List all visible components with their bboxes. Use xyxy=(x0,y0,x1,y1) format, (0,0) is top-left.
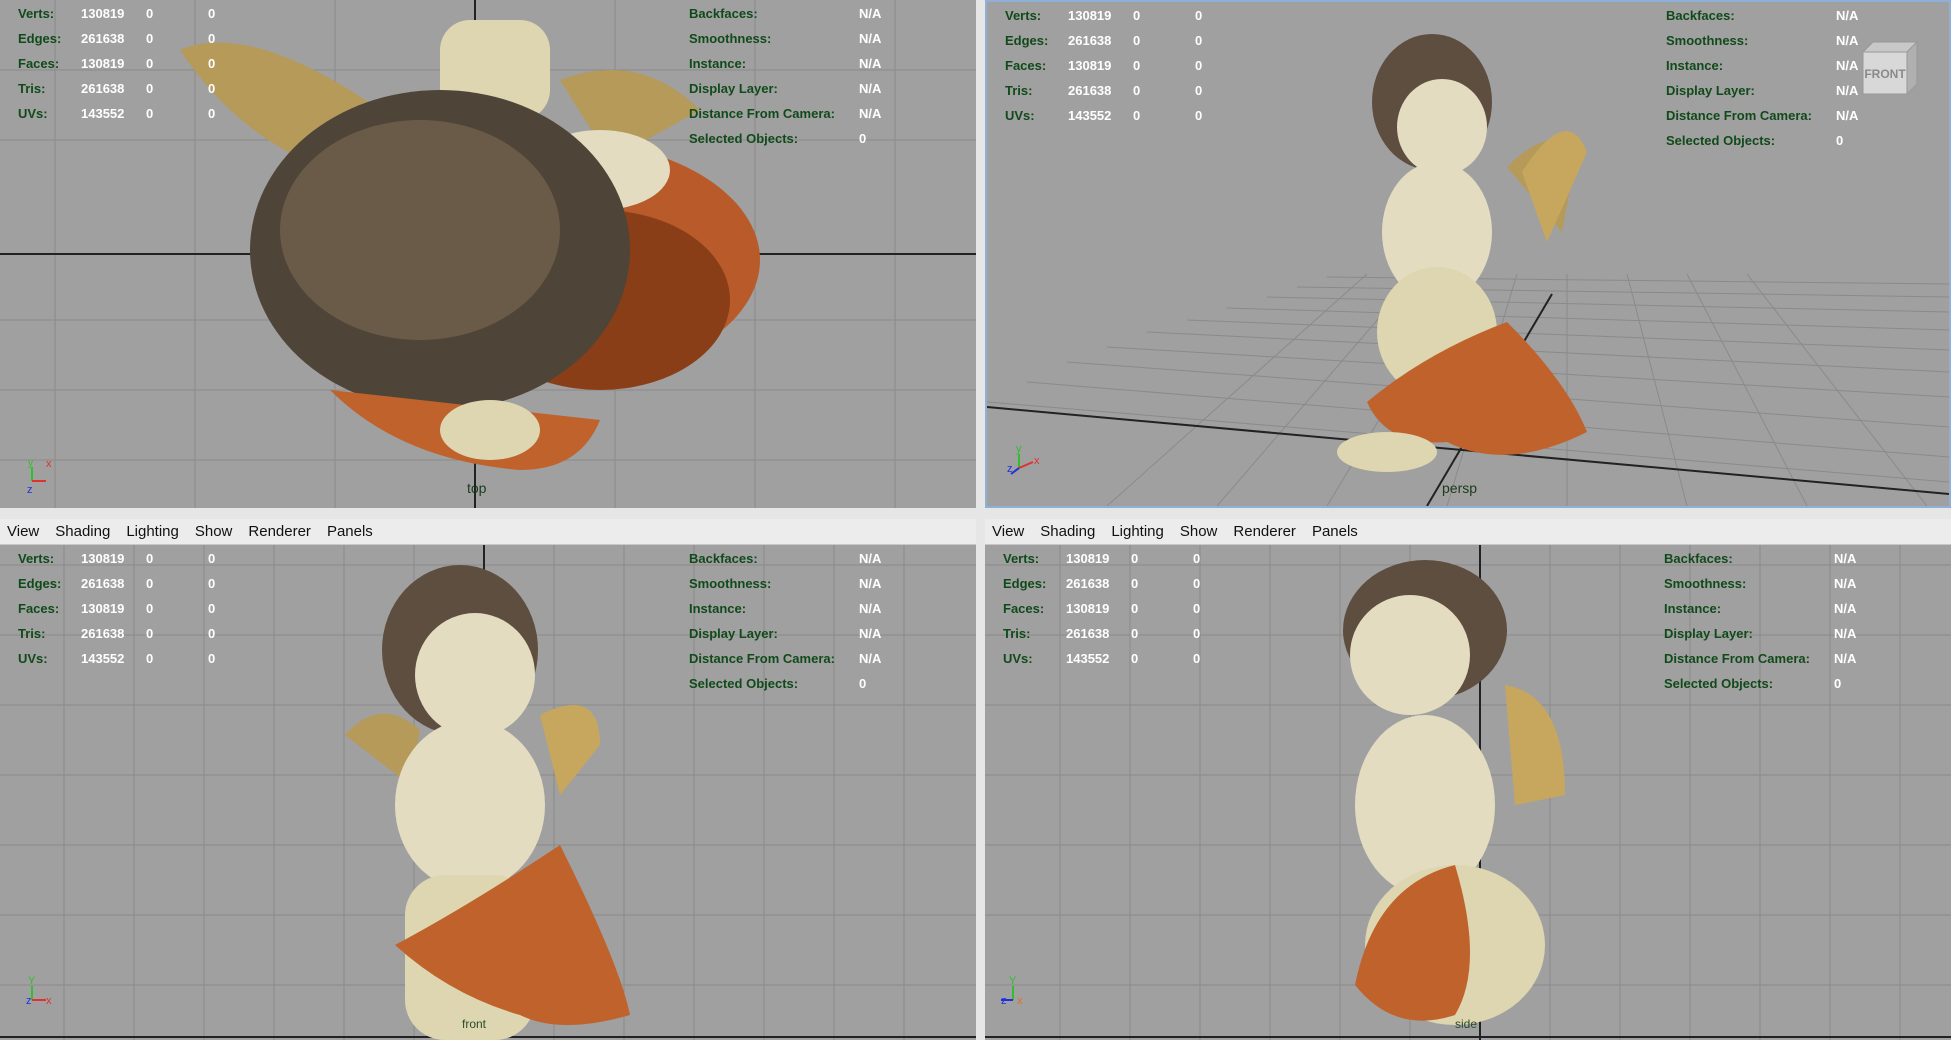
object-info-hud: Backfaces: N/A Smoothness: N/A Instance: N/… xyxy=(1664,546,1856,696)
axis-gizmo-icon: Y z x xyxy=(1001,975,1023,1007)
hud-row-uvs: UVs: 143552 0 0 xyxy=(1003,651,1201,666)
viewport-persp[interactable]: Verts: 130819 0 0 Edges: 261638 0 0 Faces: 1308… xyxy=(985,0,1951,508)
model-figurine xyxy=(180,20,760,470)
hud-row-selected: Selected Objects: 0 xyxy=(689,676,867,691)
camera-label: top xyxy=(467,480,487,496)
poly-count-hud: Verts: 130819 0 0 Edges: 261638 0 0 Faces: 1308… xyxy=(18,1,238,126)
hud-row-smoothness: Smoothness: N/A xyxy=(1664,576,1857,591)
menu-lighting[interactable]: Lighting xyxy=(118,523,187,540)
menu-view[interactable]: View xyxy=(0,523,47,540)
hud-row-edges: Edges: 261638 0 0 xyxy=(1003,576,1201,591)
hud-row-edges: Edges: 261638 0 0 xyxy=(18,576,216,591)
svg-text:x: x xyxy=(1034,455,1040,467)
axis-gizmo-icon: y x z xyxy=(1007,443,1040,475)
hud-row-display-layer: Display Layer: N/A xyxy=(689,626,882,641)
hud-row-backfaces: Backfaces: N/A xyxy=(1664,551,1857,566)
poly-count-hud: Verts: 130819 0 0 Edges: 261638 0 0 Faces: 1308… xyxy=(18,546,238,671)
camera-label: side xyxy=(1455,1017,1478,1031)
hud-row-backfaces: Backfaces: N/A xyxy=(1666,8,1859,23)
hud-row-uvs: UVs: 143552 0 0 xyxy=(1005,108,1203,123)
hud-row-instance: Instance: N/A xyxy=(1664,601,1857,616)
hud-row-edges: Edges: 261638 0 0 xyxy=(18,31,216,46)
svg-text:y: y xyxy=(1016,443,1022,455)
hud-row-tris: Tris: 261638 0 0 xyxy=(1003,626,1201,641)
menu-view[interactable]: View xyxy=(985,523,1032,540)
svg-text:z: z xyxy=(26,995,32,1007)
hud-row-faces: Faces: 130819 0 0 xyxy=(1005,58,1203,73)
hud-row-verts: Verts: 130819 0 0 xyxy=(1005,8,1203,23)
menu-renderer[interactable]: Renderer xyxy=(1225,523,1304,540)
hud-row-distance: Distance From Camera: N/A xyxy=(1664,651,1857,666)
hud-row-faces: Faces: 130819 0 0 xyxy=(18,56,216,71)
viewport-divider-horizontal[interactable] xyxy=(0,508,1951,519)
camera-label: persp xyxy=(1442,480,1478,496)
hud-row-distance: Distance From Camera: N/A xyxy=(689,651,882,666)
hud-row-selected: Selected Objects: 0 xyxy=(689,131,867,146)
hud-row-verts: Verts: 130819 0 0 xyxy=(1003,551,1201,566)
poly-count-hud: Verts: 130819 0 0 Edges: 261638 0 0 Faces: 1308… xyxy=(1003,546,1223,671)
viewport-top[interactable]: Verts: 130819 0 0 Edges: 261638 0 0 Faces: 1308… xyxy=(0,0,976,508)
menu-shading[interactable]: Shading xyxy=(1032,523,1103,540)
panel-menubar-front: View Shading Lighting Show Renderer Pane… xyxy=(0,519,976,545)
object-info-hud: Backfaces: N/A Smoothness: N/A Instance: N/… xyxy=(689,546,881,696)
viewport-side[interactable]: Verts: 130819 0 0 Edges: 261638 0 0 Faces: 1308… xyxy=(985,545,1951,1040)
hud-row-tris: Tris: 261638 0 0 xyxy=(18,81,216,96)
hud-row-edges: Edges: 261638 0 0 xyxy=(1005,33,1203,48)
camera-label: front xyxy=(462,1017,487,1031)
hud-row-faces: Faces: 130819 0 0 xyxy=(18,601,216,616)
svg-text:z: z xyxy=(27,484,33,495)
menu-shading[interactable]: Shading xyxy=(47,523,118,540)
hud-row-uvs: UVs: 143552 0 0 xyxy=(18,106,216,121)
hud-row-tris: Tris: 261638 0 0 xyxy=(18,626,216,641)
hud-row-display-layer: Display Layer: N/A xyxy=(689,81,882,96)
hud-row-smoothness: Smoothness: N/A xyxy=(1666,33,1859,48)
viewport-divider-vertical[interactable] xyxy=(976,0,985,1040)
hud-row-tris: Tris: 261638 0 0 xyxy=(1005,83,1203,98)
hud-row-uvs: UVs: 143552 0 0 xyxy=(18,651,216,666)
model-figurine xyxy=(345,565,630,1040)
viewcube-label: FRONT xyxy=(1864,67,1906,81)
hud-row-faces: Faces: 130819 0 0 xyxy=(1003,601,1201,616)
svg-text:x: x xyxy=(1017,995,1023,1007)
hud-row-backfaces: Backfaces: N/A xyxy=(689,551,882,566)
hud-row-selected: Selected Objects: 0 xyxy=(1666,133,1844,148)
hud-row-backfaces: Backfaces: N/A xyxy=(689,6,882,21)
object-info-hud: Backfaces: N/A Smoothness: N/A Instance: N/… xyxy=(689,1,881,151)
hud-row-instance: Instance: N/A xyxy=(689,601,882,616)
hud-row-verts: Verts: 130819 0 0 xyxy=(18,551,216,566)
svg-text:z: z xyxy=(1001,995,1007,1007)
hud-row-instance: Instance: N/A xyxy=(1666,58,1859,73)
viewport-front[interactable]: Verts: 130819 0 0 Edges: 261638 0 0 Faces: 1308… xyxy=(0,545,976,1040)
viewcube[interactable]: FRONT xyxy=(1857,40,1921,104)
menu-show[interactable]: Show xyxy=(187,523,241,540)
menu-panels[interactable]: Panels xyxy=(319,523,381,540)
hud-row-smoothness: Smoothness: N/A xyxy=(689,31,882,46)
svg-text:x: x xyxy=(46,458,52,470)
hud-row-smoothness: Smoothness: N/A xyxy=(689,576,882,591)
object-info-hud: Backfaces: N/A Smoothness: N/A Instance: N/… xyxy=(1666,3,1858,153)
hud-row-instance: Instance: N/A xyxy=(689,56,882,71)
hud-row-verts: Verts: 130819 0 0 xyxy=(18,6,216,21)
svg-text:z: z xyxy=(1007,463,1013,475)
viewcube-icon[interactable]: FRONT xyxy=(1857,40,1921,104)
hud-row-display-layer: Display Layer: N/A xyxy=(1664,626,1857,641)
menu-renderer[interactable]: Renderer xyxy=(240,523,319,540)
model-figurine xyxy=(1343,560,1565,1025)
axis-gizmo-icon: y x z xyxy=(27,458,52,495)
hud-row-display-layer: Display Layer: N/A xyxy=(1666,83,1859,98)
model-figurine xyxy=(1337,34,1587,472)
menu-show[interactable]: Show xyxy=(1172,523,1226,540)
hud-row-distance: Distance From Camera: N/A xyxy=(689,106,882,121)
menu-lighting[interactable]: Lighting xyxy=(1103,523,1172,540)
svg-text:Y: Y xyxy=(1009,975,1017,987)
svg-text:Y: Y xyxy=(28,975,36,987)
poly-count-hud: Verts: 130819 0 0 Edges: 261638 0 0 Faces: 1308… xyxy=(1005,3,1225,128)
hud-row-distance: Distance From Camera: N/A xyxy=(1666,108,1859,123)
svg-text:x: x xyxy=(46,995,52,1007)
svg-text:y: y xyxy=(28,458,33,469)
menu-panels[interactable]: Panels xyxy=(1304,523,1366,540)
panel-menubar-side: View Shading Lighting Show Renderer Pane… xyxy=(985,519,1951,545)
axis-gizmo-icon: Y z x xyxy=(26,975,52,1007)
hud-row-selected: Selected Objects: 0 xyxy=(1664,676,1842,691)
